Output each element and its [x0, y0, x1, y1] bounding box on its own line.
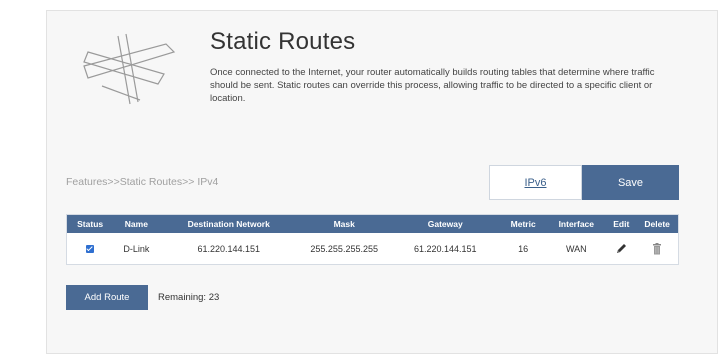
- breadcrumb[interactable]: Features>>Static Routes>> IPv4: [66, 176, 218, 188]
- col-status: Status: [66, 214, 114, 233]
- interface-cell: WAN: [565, 243, 587, 254]
- remaining-count: Remaining: 23: [158, 292, 220, 303]
- gateway-cell: 61.220.144.151: [413, 243, 477, 254]
- table-row: D-Link 61.220.144.151 255.255.255.255 61…: [67, 233, 679, 265]
- pencil-icon[interactable]: [615, 243, 627, 255]
- col-name: Name: [113, 214, 160, 233]
- col-interface: Interface: [546, 214, 607, 233]
- col-delete: Delete: [636, 214, 679, 233]
- col-metric: Metric: [500, 214, 547, 233]
- table-header-row: Status Name Destination Network Mask Gat…: [66, 214, 679, 233]
- delete-cell: [636, 233, 678, 265]
- mask-cell: 255.255.255.255: [310, 243, 378, 254]
- ipv6-button[interactable]: IPv6: [489, 165, 582, 200]
- page-title: Static Routes: [210, 28, 356, 55]
- page-description: Once connected to the Internet, your rou…: [210, 67, 655, 104]
- metric-cell: 16: [518, 243, 529, 254]
- status-cell: [67, 233, 114, 265]
- col-edit: Edit: [606, 214, 637, 233]
- routes-table: Status Name Destination Network Mask Gat…: [66, 214, 679, 265]
- edit-cell: [606, 233, 636, 265]
- destination-cell: 61.220.144.151: [197, 243, 261, 254]
- trash-icon[interactable]: [652, 242, 662, 255]
- col-gateway: Gateway: [390, 214, 501, 233]
- name-cell: D-Link: [123, 243, 150, 254]
- page-margin: [0, 0, 46, 358]
- col-destination: Destination Network: [159, 214, 299, 233]
- status-checkbox[interactable]: [86, 245, 95, 254]
- col-mask: Mask: [298, 214, 391, 233]
- signpost-icon: [83, 33, 176, 105]
- add-route-button[interactable]: Add Route: [66, 285, 148, 310]
- save-button[interactable]: Save: [582, 165, 679, 200]
